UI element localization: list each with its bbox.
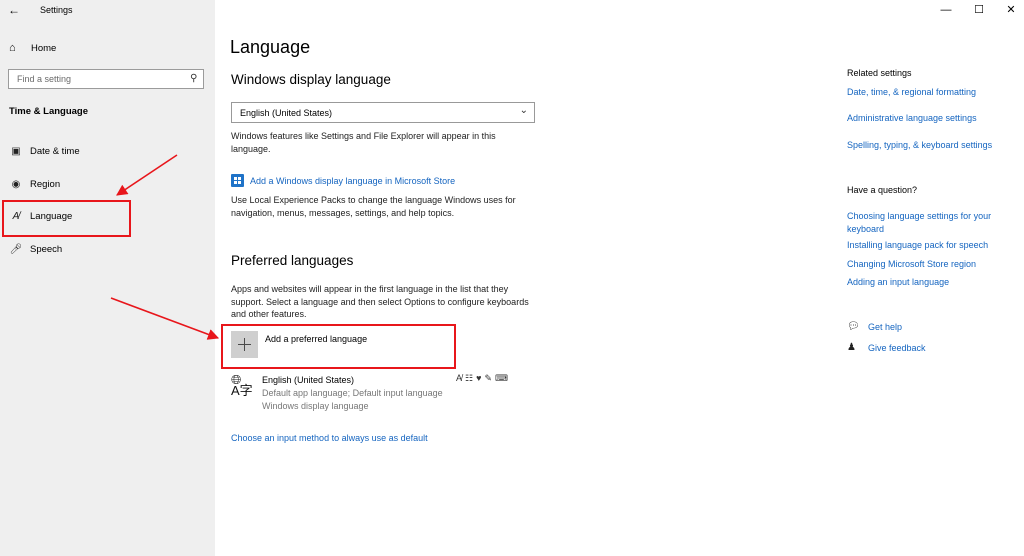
sidebar-item-label: Home bbox=[31, 42, 57, 54]
search-icon[interactable]: ⚲ bbox=[190, 73, 197, 84]
sidebar-item-label: Date & time bbox=[30, 145, 80, 157]
display-language-value: English (United States) bbox=[240, 108, 333, 118]
related-link-spelling[interactable]: Spelling, typing, & keyboard settings bbox=[847, 140, 992, 150]
language-feature-icons: A̸ ☷ ♥ ✎ ⌨ bbox=[456, 373, 508, 384]
search-placeholder: Find a setting bbox=[17, 74, 72, 84]
question-heading: Have a question? bbox=[847, 185, 918, 195]
handwriting-icon: ✎ bbox=[484, 373, 492, 383]
keyboard-icon: ⌨ bbox=[494, 373, 508, 383]
microphone-icon: 🎤︎ bbox=[9, 243, 23, 255]
preferred-languages-description: Apps and websites will appear in the fir… bbox=[231, 284, 529, 319]
sidebar-item-home[interactable]: ⌂ Home bbox=[9, 41, 56, 55]
close-button[interactable]: ✕ bbox=[1003, 3, 1019, 17]
home-icon: ⌂ bbox=[9, 42, 16, 54]
annotation-box-add-language bbox=[221, 324, 456, 369]
get-help-label: Get help bbox=[868, 321, 903, 332]
question-link-input-language[interactable]: Adding an input language bbox=[847, 277, 949, 287]
calendar-clock-icon: ▣ bbox=[11, 145, 21, 157]
store-link-label: Add a Windows display language in Micros… bbox=[250, 175, 456, 186]
preferred-languages-heading: Preferred languages bbox=[231, 253, 354, 268]
sidebar: ← Settings ⌂ Home Find a setting ⚲ Time … bbox=[0, 0, 215, 556]
question-link-speech-pack[interactable]: Installing language pack for speech bbox=[847, 240, 988, 250]
store-description: Use Local Experience Packs to change the… bbox=[231, 195, 516, 218]
page-title: Language bbox=[230, 37, 311, 57]
feedback-person-icon: ♟ bbox=[847, 342, 856, 353]
display-language-select[interactable]: English (United States) ⌄ bbox=[231, 102, 535, 123]
language-display-note: Windows display language bbox=[262, 401, 369, 411]
related-settings-heading: Related settings bbox=[847, 68, 912, 78]
sidebar-item-speech[interactable]: 🎤︎ Speech bbox=[9, 242, 63, 256]
language-pack-icon: A̸ bbox=[456, 373, 463, 383]
give-feedback-label: Give feedback bbox=[868, 342, 926, 353]
chevron-down-icon: ⌄ bbox=[519, 105, 528, 116]
language-defaults: Default app language; Default input lang… bbox=[262, 388, 443, 398]
sidebar-item-date-time[interactable]: ▣ Date & time bbox=[9, 144, 80, 158]
minimize-button[interactable]: — bbox=[938, 3, 954, 17]
display-language-heading: Windows display language bbox=[231, 72, 391, 87]
back-arrow-icon[interactable]: ← bbox=[8, 3, 22, 17]
chat-bubble-icon: 💬︎ bbox=[847, 321, 860, 332]
related-link-admin-language[interactable]: Administrative language settings bbox=[847, 113, 977, 123]
annotation-box-language bbox=[2, 200, 131, 237]
settings-window: ← Settings ⌂ Home Find a setting ⚲ Time … bbox=[0, 0, 1024, 556]
question-link-keyboard[interactable]: Choosing language settings for your keyb… bbox=[847, 210, 1012, 235]
input-method-link[interactable]: Choose an input method to always use as … bbox=[231, 433, 428, 443]
get-help-link[interactable]: 💬︎ Get help bbox=[847, 321, 902, 332]
search-input[interactable]: Find a setting ⚲ bbox=[8, 69, 204, 89]
app-title: Settings bbox=[40, 5, 73, 15]
question-link-store-region[interactable]: Changing Microsoft Store region bbox=[847, 259, 976, 269]
globe-icon: ◉ bbox=[11, 178, 21, 190]
sidebar-item-label: Speech bbox=[30, 243, 63, 255]
language-name: English (United States) bbox=[262, 375, 355, 385]
section-title: Time & Language bbox=[9, 106, 89, 117]
language-glyph-icon: 🌐︎ A字 bbox=[231, 372, 253, 398]
related-link-date-time[interactable]: Date, time, & regional formatting bbox=[847, 87, 976, 97]
voice-icon: ♥ bbox=[476, 373, 482, 383]
store-icon bbox=[231, 174, 244, 187]
sidebar-item-region[interactable]: ◉ Region bbox=[9, 177, 60, 191]
maximize-button[interactable]: ☐ bbox=[971, 3, 987, 17]
sidebar-item-label: Region bbox=[30, 178, 61, 190]
store-link[interactable]: Add a Windows display language in Micros… bbox=[231, 174, 455, 187]
speech-icon: ☷ bbox=[465, 373, 474, 383]
display-language-description: Windows features like Settings and File … bbox=[231, 131, 496, 154]
give-feedback-link[interactable]: ♟ Give feedback bbox=[847, 342, 926, 353]
